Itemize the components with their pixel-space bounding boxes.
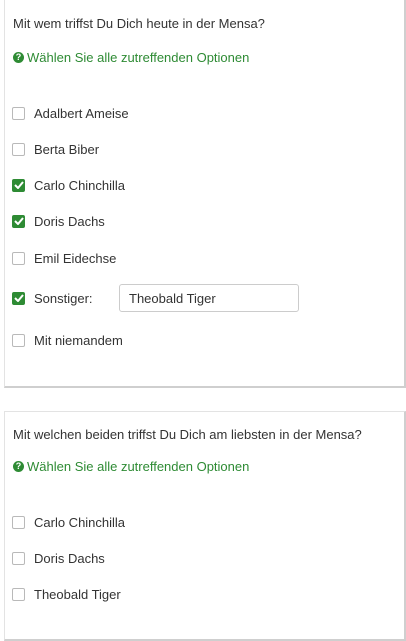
question-1-hint-text: Wählen Sie alle zutreffenden Optionen — [27, 50, 250, 65]
option-label: Sonstiger: — [34, 290, 93, 306]
check-icon — [13, 181, 24, 189]
option-label: Berta Biber — [34, 141, 100, 157]
checkbox[interactable] — [12, 587, 25, 601]
option-carlo-chinchilla-2[interactable]: Carlo Chinchilla — [12, 512, 125, 532]
option-doris-dachs-2[interactable]: Doris Dachs — [12, 548, 105, 568]
option-mit-niemandem[interactable]: Mit niemandem — [12, 330, 123, 350]
checkbox[interactable] — [12, 214, 25, 228]
checkbox[interactable] — [12, 291, 25, 305]
option-berta-biber[interactable]: Berta Biber — [12, 139, 99, 159]
question-2-title: Mit welchen beiden triffst Du Dich am li… — [13, 427, 362, 442]
checkbox[interactable] — [12, 251, 25, 265]
question-circle-icon: ? — [13, 461, 24, 472]
checkbox[interactable] — [12, 106, 25, 120]
option-label: Carlo Chinchilla — [34, 514, 126, 530]
option-carlo-chinchilla[interactable]: Carlo Chinchilla — [12, 175, 125, 195]
checkbox[interactable] — [12, 142, 25, 156]
check-icon — [13, 294, 24, 302]
option-theobald-tiger-2[interactable]: Theobald Tiger — [12, 584, 121, 604]
checkbox[interactable] — [12, 178, 25, 192]
question-circle-icon: ? — [13, 52, 24, 63]
question-2-hint: ? Wählen Sie alle zutreffenden Optionen — [13, 459, 249, 474]
option-label: Carlo Chinchilla — [34, 177, 126, 193]
option-doris-dachs[interactable]: Doris Dachs — [12, 211, 105, 231]
checkbox[interactable] — [12, 515, 25, 529]
question-2-hint-text: Wählen Sie alle zutreffenden Optionen — [27, 459, 250, 474]
option-label: Doris Dachs — [34, 213, 105, 229]
checkbox[interactable] — [12, 333, 25, 347]
checkbox[interactable] — [12, 551, 25, 565]
option-label: Emil Eidechse — [34, 250, 117, 266]
other-text-input[interactable] — [119, 284, 299, 312]
question-1-hint: ? Wählen Sie alle zutreffenden Optionen — [13, 50, 249, 65]
option-adalbert-ameise[interactable]: Adalbert Ameise — [12, 103, 129, 123]
option-label: Mit niemandem — [34, 332, 123, 348]
option-label: Adalbert Ameise — [34, 105, 129, 121]
check-icon — [13, 217, 24, 225]
option-sonstiger[interactable]: Sonstiger: — [12, 288, 93, 308]
option-label: Doris Dachs — [34, 550, 105, 566]
question-1-title: Mit wem triffst Du Dich heute in der Men… — [13, 16, 265, 31]
option-label: Theobald Tiger — [34, 586, 121, 602]
option-emil-eidechse[interactable]: Emil Eidechse — [12, 248, 116, 268]
